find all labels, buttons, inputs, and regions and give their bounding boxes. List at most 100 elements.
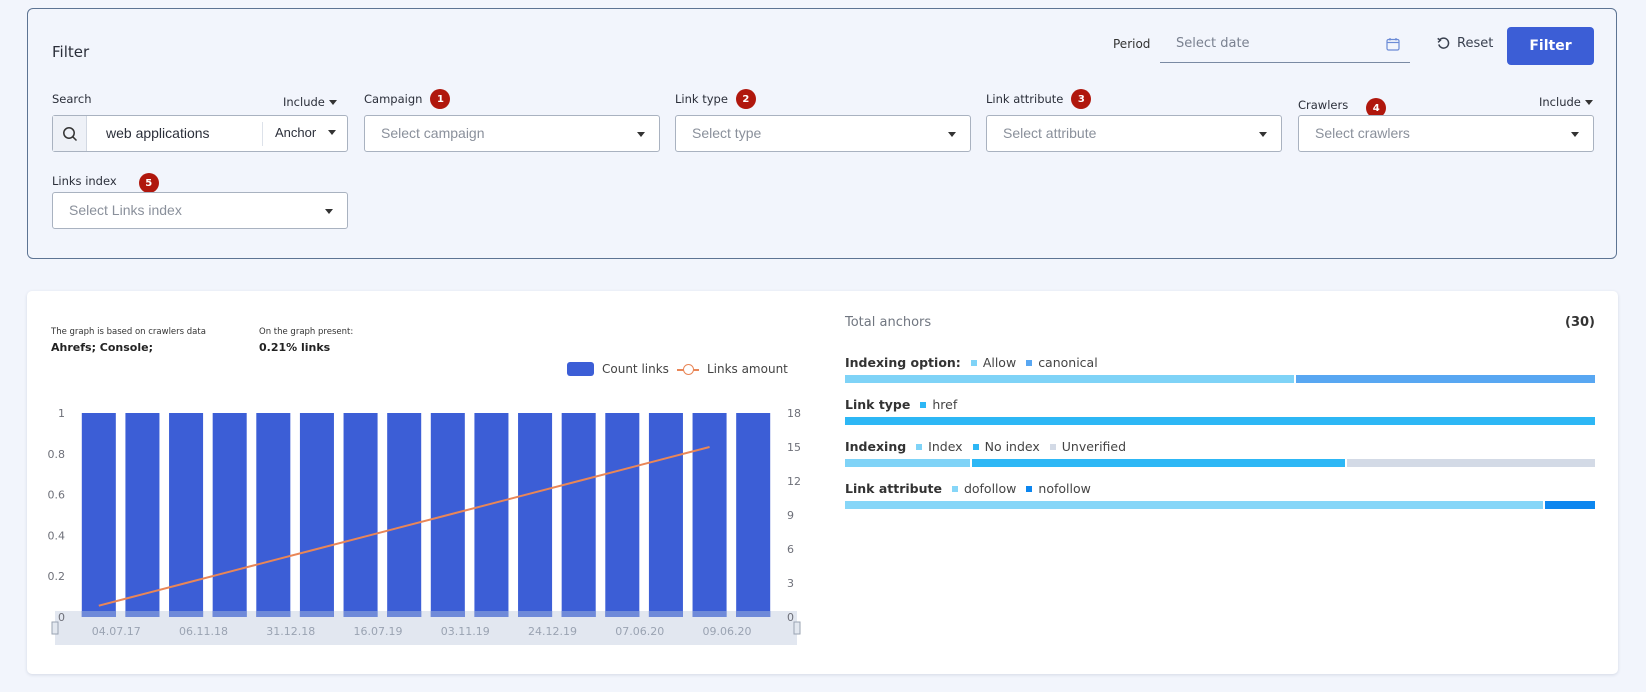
bar-count-links[interactable] [387,413,422,617]
campaign-label: Campaign 1 [364,89,451,109]
bar-count-links[interactable] [648,413,683,617]
metric-header: Indexing Index No index Unverified [845,439,1595,454]
metric-row: Link type href [845,397,1595,425]
x-tick-label: 04.07.17 [92,625,141,638]
search-value[interactable]: web applications [106,125,210,141]
chevron-down-icon [1571,132,1579,137]
legend-square-icon [970,359,977,366]
slider-mini-bar [81,611,116,617]
campaign-placeholder: Select campaign [381,125,485,141]
metric-bar-segment[interactable] [845,375,1294,383]
bar-count-links[interactable] [299,413,334,617]
metric-bar-segment[interactable] [845,417,1595,425]
campaign-select[interactable]: Select campaign [364,115,660,152]
slider-handle-right[interactable] [793,621,801,635]
bar-count-links[interactable] [256,413,291,617]
legend-square-icon [972,443,979,450]
anchors-summary: Total anchors (30) Indexing option: Allow… [845,291,1595,674]
y-left-tick-label: 0.4 [48,529,66,542]
period-date-input[interactable]: Select date [1160,27,1410,63]
metric-legend-item[interactable]: Allow [970,355,1016,370]
x-tick-label: 03.11.19 [441,625,490,638]
filter-panel: Filter Period Select date Reset Filter S… [27,8,1617,259]
x-tick-label: 07.06.20 [615,625,664,638]
metric-legend-item[interactable]: Unverified [1049,439,1127,454]
metric-name: Link type [845,397,911,412]
search-icon-cell [53,116,87,151]
calendar-icon[interactable] [1386,37,1400,51]
bar-count-links[interactable] [736,413,771,617]
metric-bar-segment[interactable] [1295,375,1595,383]
slider-handle-left[interactable] [51,621,59,635]
slider-mini-bar [474,611,509,617]
bar-count-links[interactable] [212,413,247,617]
legend-square-icon [1049,443,1056,450]
metric-legend-label: Unverified [1061,439,1127,454]
metric-legend-label: canonical [1038,355,1098,370]
y-right-tick-label: 3 [787,577,794,590]
campaign-badge: 1 [430,89,451,109]
links-index-select[interactable]: Select Links index [52,192,348,229]
link-type-placeholder: Select type [692,125,762,141]
chevron-down-icon [328,130,337,135]
reset-button[interactable]: Reset [1436,36,1493,51]
chart-plot: 0 0.2 0.4 0.6 0.8 1 0 3 6 9 12 15 18 04.07.17 06.11.18… [48,407,801,645]
metric-name: Indexing [845,439,907,454]
metric-bar-segment[interactable] [845,459,970,467]
bar-count-links[interactable] [81,413,116,617]
metric-bar [845,417,1595,425]
metric-name: Link attribute [845,481,942,496]
metric-legend-label: Index [928,439,963,454]
bar-count-links[interactable] [561,413,596,617]
slider-mini-bar [736,611,771,617]
slider-mini-bar [518,611,553,617]
y-right-tick-label: 15 [787,441,801,454]
legend-square-icon [1026,359,1033,366]
slider-mini-bar [343,611,378,617]
chart-card: The graph is based on crawlers data Ahre… [27,291,1618,674]
bar-count-links[interactable] [518,413,553,617]
search-icon [63,127,78,142]
bar-count-links[interactable] [125,413,160,617]
metric-bar-segment[interactable] [1544,501,1595,509]
link-type-select[interactable]: Select type [675,115,971,152]
data-zoom-slider[interactable] [55,611,797,645]
link-type-label-text: Link type [675,92,728,106]
metric-legend-item[interactable]: Index [916,439,963,454]
search-include-dropdown[interactable]: Include [283,95,337,109]
bar-count-links[interactable] [474,413,509,617]
metric-name: Indexing option: [845,355,961,370]
metric-bar-segment[interactable] [845,501,1543,509]
metric-legend-item[interactable]: dofollow [951,481,1017,496]
crawlers-include-dropdown[interactable]: Include [1539,95,1593,109]
metric-legend-item[interactable]: nofollow [1026,481,1091,496]
crawlers-label-text: Crawlers [1298,98,1349,112]
bar-count-links[interactable] [343,413,378,617]
bar-count-links[interactable] [692,413,727,617]
links-index-label: Links index 5 [52,169,159,193]
metric-legend-item[interactable]: canonical [1026,355,1098,370]
y-left-tick-label: 0.6 [48,489,66,502]
bar-count-links[interactable] [605,413,640,617]
chevron-down-icon [328,99,337,105]
x-tick-label: 09.06.20 [703,625,752,638]
metric-legend-label: href [932,397,958,412]
chevron-down-icon [325,209,333,214]
x-tick-label: 24.12.19 [528,625,577,638]
reset-label: Reset [1457,36,1494,51]
metric-legend-item[interactable]: href [920,397,957,412]
filter-button[interactable]: Filter [1507,27,1594,65]
legend-square-icon [916,443,923,450]
metric-bar-segment[interactable] [1346,459,1595,467]
search-mode-dropdown[interactable]: Anchor [275,125,337,140]
metric-legend-label: dofollow [963,481,1017,496]
metric-bar-segment[interactable] [971,459,1345,467]
metric-legend-item[interactable]: No index [972,439,1040,454]
search-input[interactable]: web applications Anchor [52,115,348,152]
link-attribute-select[interactable]: Select attribute [986,115,1282,152]
chevron-down-icon [948,132,956,137]
crawlers-select[interactable]: Select crawlers [1298,115,1594,152]
legend-square-icon [1026,485,1033,492]
y-right-tick-label: 12 [787,475,801,488]
link-attribute-label-text: Link attribute [986,92,1064,106]
